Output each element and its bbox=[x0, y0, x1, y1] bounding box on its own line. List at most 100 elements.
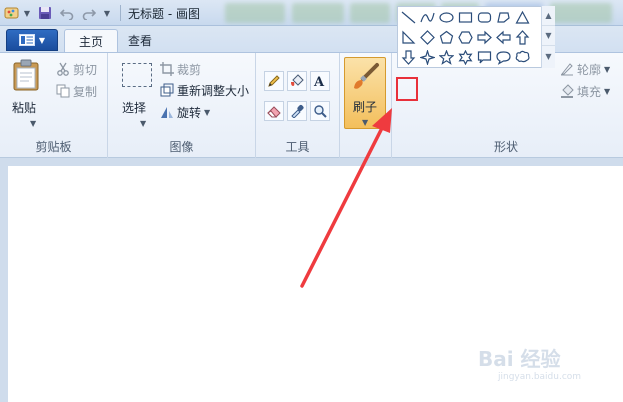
rounded-rectangle-shape-icon[interactable] bbox=[475, 8, 494, 27]
gallery-scroll-down-icon[interactable]: ▼ bbox=[542, 26, 555, 46]
brushes-label: 刷子 bbox=[353, 100, 378, 114]
crop-icon bbox=[160, 62, 174, 76]
resize-button[interactable]: 重新调整大小 bbox=[160, 81, 249, 99]
paint-app-icon[interactable] bbox=[3, 4, 21, 22]
rotate-icon bbox=[161, 107, 173, 118]
line-shape-icon[interactable] bbox=[399, 8, 418, 27]
resize-icon bbox=[160, 83, 174, 97]
outline-dropdown-icon: ▼ bbox=[604, 64, 611, 74]
copy-button[interactable]: 复制 bbox=[56, 82, 97, 100]
shapes-gallery-scrollbar[interactable]: ▲ ▼ ▼ bbox=[541, 6, 555, 68]
tab-view[interactable]: 查看 bbox=[114, 29, 166, 52]
watermark-sub-text: jingyan.baidu.com bbox=[498, 372, 582, 382]
six-point-star-shape-icon[interactable] bbox=[456, 48, 475, 67]
title-divider bbox=[120, 5, 121, 21]
resize-label: 重新调整大小 bbox=[177, 83, 250, 98]
clipboard-group: 粘贴 ▼ 剪切 复制 剪贴板 bbox=[0, 53, 108, 158]
window-title: 无标题 - 画图 bbox=[128, 7, 200, 21]
oval-shape-icon[interactable] bbox=[437, 8, 456, 27]
fill-icon bbox=[561, 84, 574, 98]
diamond-shape-icon[interactable] bbox=[418, 28, 437, 47]
up-arrow-shape-icon[interactable] bbox=[513, 28, 532, 47]
save-icon[interactable] bbox=[36, 4, 54, 22]
clipboard-group-label: 剪贴板 bbox=[35, 140, 72, 154]
paste-button[interactable]: 粘贴 ▼ bbox=[6, 57, 46, 128]
rectangular-callout-shape-icon[interactable] bbox=[475, 48, 494, 67]
select-dropdown-icon: ▼ bbox=[140, 119, 147, 128]
fill-label: 填充 bbox=[577, 84, 602, 99]
tab-home[interactable]: 主页 bbox=[64, 29, 119, 52]
magnifier-tool[interactable] bbox=[310, 101, 330, 121]
gallery-scroll-up-icon[interactable]: ▲ bbox=[542, 6, 555, 26]
baidu-jingyan-watermark: Bai 经验 jingyan.baidu.com bbox=[478, 343, 618, 393]
tools-group-label: 工具 bbox=[285, 140, 310, 154]
cut-label: 剪切 bbox=[73, 62, 98, 77]
eraser-icon bbox=[267, 106, 281, 118]
clipboard-icon bbox=[13, 59, 39, 91]
five-point-star-shape-icon[interactable] bbox=[437, 48, 456, 67]
copy-icon bbox=[56, 84, 70, 98]
customize-qa-icon[interactable]: ▼ bbox=[101, 4, 113, 22]
watermark-main-text: Bai 经验 bbox=[478, 347, 561, 371]
brushes-dropdown-icon: ▼ bbox=[362, 118, 369, 127]
crop-button[interactable]: 裁剪 bbox=[160, 60, 201, 78]
oval-callout-shape-icon[interactable] bbox=[494, 48, 513, 67]
pencil-icon bbox=[268, 75, 280, 87]
select-button[interactable]: 选择 ▼ bbox=[116, 57, 160, 128]
rotate-button[interactable]: 旋转 ▼ bbox=[160, 103, 210, 121]
hexagon-shape-icon[interactable] bbox=[456, 28, 475, 47]
rotate-dropdown-icon: ▼ bbox=[204, 107, 211, 117]
left-arrow-shape-icon[interactable] bbox=[494, 28, 513, 47]
selection-rectangle-icon bbox=[122, 63, 152, 87]
image-group-label: 图像 bbox=[169, 140, 194, 154]
shapes-group-label: 形状 bbox=[493, 140, 518, 154]
rotate-label: 旋转 bbox=[177, 105, 202, 120]
right-triangle-shape-icon[interactable] bbox=[399, 28, 418, 47]
file-menu-dropdown-icon: ▼ bbox=[38, 35, 46, 45]
gallery-expand-icon[interactable]: ▼ bbox=[542, 46, 555, 66]
crop-label: 裁剪 bbox=[177, 62, 202, 77]
outline-button[interactable]: 轮廓 ▼ bbox=[560, 60, 610, 78]
background-window-tab bbox=[225, 3, 285, 23]
file-menu-icon bbox=[18, 34, 35, 46]
qa-dropdown-icon[interactable]: ▼ bbox=[22, 4, 32, 22]
background-window-tab bbox=[292, 3, 344, 23]
shapes-gallery bbox=[397, 6, 555, 68]
pentagon-shape-icon[interactable] bbox=[437, 28, 456, 47]
fill-button[interactable]: 填充 ▼ bbox=[560, 82, 610, 100]
brushes-group: 刷子 ▼ bbox=[340, 53, 392, 158]
eraser-tool[interactable] bbox=[264, 101, 284, 121]
rectangle-shape-icon[interactable] bbox=[456, 8, 475, 27]
image-group: 选择 ▼ 裁剪 重新调整大小 旋转 ▼ 图像 bbox=[108, 53, 256, 158]
shapes-group: 形状 轮廓 ▼ 填充 ▼ bbox=[392, 53, 623, 158]
brush-icon bbox=[354, 63, 379, 89]
background-window-tab bbox=[550, 3, 612, 23]
polygon-shape-icon[interactable] bbox=[494, 8, 513, 27]
right-arrow-shape-icon[interactable] bbox=[475, 28, 494, 47]
copy-label: 复制 bbox=[73, 84, 98, 99]
cloud-callout-shape-icon[interactable] bbox=[513, 48, 532, 67]
fill-tool[interactable] bbox=[287, 71, 307, 91]
pencil-tool[interactable] bbox=[264, 71, 284, 91]
paint-bucket-icon bbox=[291, 74, 304, 86]
redo-icon[interactable] bbox=[80, 4, 98, 22]
text-tool[interactable]: A bbox=[310, 71, 330, 91]
color-picker-tool[interactable] bbox=[287, 101, 307, 121]
undo-icon[interactable] bbox=[58, 4, 76, 22]
background-window-tab bbox=[350, 3, 390, 23]
svg-text:A: A bbox=[313, 75, 325, 88]
curve-shape-icon[interactable] bbox=[418, 8, 437, 27]
paste-label: 粘贴 bbox=[12, 101, 37, 115]
select-label: 选择 bbox=[122, 101, 147, 115]
magnifier-icon bbox=[314, 105, 327, 118]
scissors-icon bbox=[57, 62, 69, 76]
triangle-shape-icon[interactable] bbox=[513, 8, 532, 27]
down-arrow-shape-icon[interactable] bbox=[399, 48, 418, 67]
outline-label: 轮廓 bbox=[577, 62, 602, 77]
four-point-star-shape-icon[interactable] bbox=[418, 48, 437, 67]
eyedropper-icon bbox=[291, 104, 304, 118]
brushes-button[interactable]: 刷子 ▼ bbox=[344, 57, 386, 129]
outline-icon bbox=[560, 63, 573, 76]
file-menu-button[interactable]: ▼ bbox=[6, 29, 58, 51]
cut-button[interactable]: 剪切 bbox=[56, 60, 97, 78]
